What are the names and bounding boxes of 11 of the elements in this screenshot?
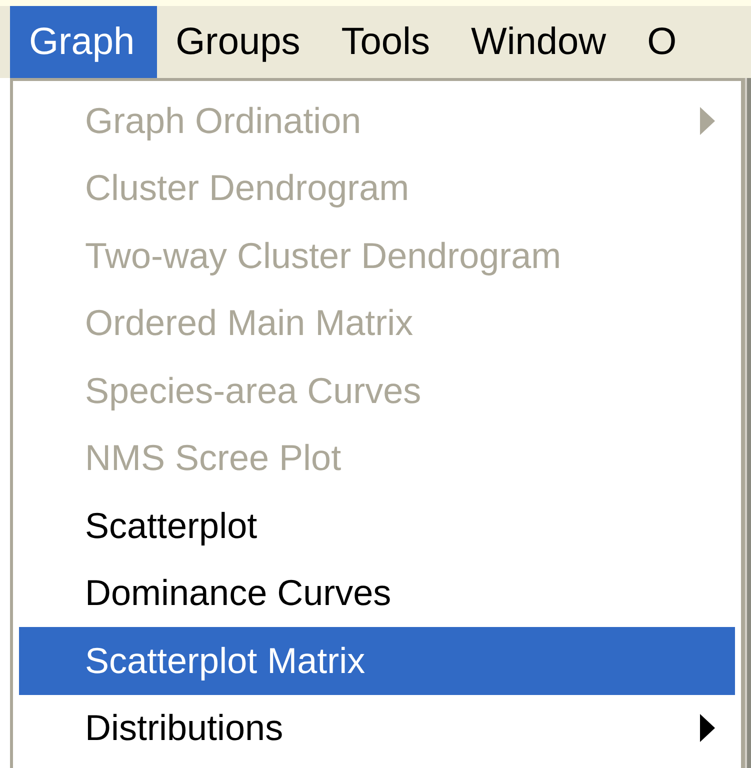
submenu-arrow-icon <box>700 714 715 742</box>
menu-bar-item[interactable]: Window <box>452 6 628 78</box>
menu-bar-item[interactable]: Groups <box>156 6 322 78</box>
menu-bar-item[interactable]: Tools <box>322 6 452 78</box>
menu-item[interactable]: Scatterplot Matrix <box>19 627 735 694</box>
menu-bar-item[interactable]: Graph <box>10 6 157 78</box>
menu-bar-item[interactable]: O <box>628 6 699 78</box>
menu-item[interactable]: Dominance Curves <box>19 560 735 627</box>
menu-item[interactable]: Distributions <box>19 694 735 762</box>
menu-item[interactable]: Scatterplot <box>19 492 735 560</box>
submenu-arrow-icon <box>700 106 715 135</box>
